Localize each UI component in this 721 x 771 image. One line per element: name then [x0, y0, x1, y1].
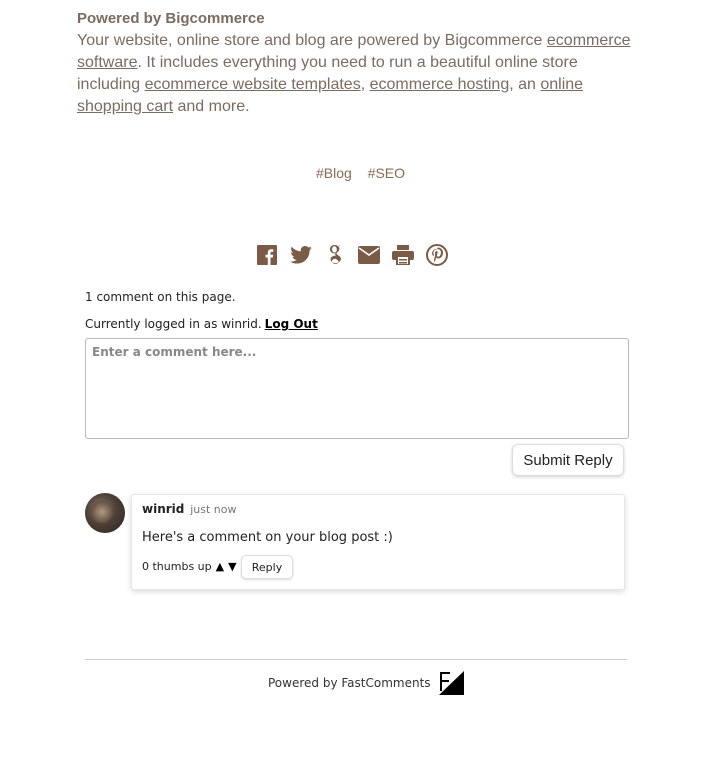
- powered-by-title: Powered by Bigcommerce: [77, 10, 265, 27]
- avatar-image: [91, 501, 113, 523]
- footer-text[interactable]: Powered by FastComments: [268, 676, 431, 690]
- tag-seo[interactable]: #SEO: [368, 165, 405, 181]
- vote-count: 0 thumbs up: [142, 560, 212, 573]
- powered-by-text: Your website, online store and blog are …: [77, 32, 630, 115]
- facebook-icon[interactable]: [255, 243, 279, 267]
- powered-by-section: Powered by Bigcommerce Your website, onl…: [77, 8, 637, 118]
- text-part: and more.: [173, 98, 250, 115]
- google-icon[interactable]: [323, 243, 347, 267]
- upvote-icon[interactable]: ▲: [216, 560, 224, 573]
- comment-card: winrid just now Here's a comment on your…: [131, 494, 625, 590]
- fastcomments-logo-icon[interactable]: [438, 671, 464, 695]
- tag-blog[interactable]: #Blog: [316, 165, 352, 181]
- comment-text: Here's a comment on your blog post :): [142, 530, 393, 545]
- comment-input[interactable]: Enter a comment here...: [85, 338, 629, 439]
- print-icon[interactable]: [391, 243, 415, 267]
- vote-area: 0 thumbs up ▲ ▼: [142, 560, 237, 573]
- ecommerce-hosting-link[interactable]: ecommerce hosting: [370, 76, 510, 93]
- comment-author[interactable]: winrid: [142, 502, 184, 516]
- pinterest-icon[interactable]: [425, 243, 449, 267]
- login-status: Currently logged in as winrid. Log Out: [85, 317, 627, 331]
- ecommerce-website-templates-link[interactable]: ecommerce website templates: [145, 76, 361, 93]
- share-bar: [255, 243, 449, 267]
- submit-reply-button[interactable]: Submit Reply: [512, 444, 624, 476]
- downvote-icon[interactable]: ▼: [228, 560, 236, 573]
- text-part: Your website, online store and blog are …: [77, 32, 547, 49]
- reply-button[interactable]: Reply: [241, 555, 293, 579]
- tag-list: #Blog #SEO: [0, 165, 721, 181]
- comment-header: winrid just now: [142, 502, 236, 516]
- comment-time: just now: [190, 503, 237, 516]
- divider: [85, 659, 627, 660]
- twitter-icon[interactable]: [289, 243, 313, 267]
- comment-count: 1 comment on this page.: [85, 290, 236, 304]
- logged-in-text: Currently logged in as winrid.: [85, 317, 262, 331]
- text-part: , an: [509, 76, 541, 93]
- avatar: [85, 493, 125, 533]
- email-icon[interactable]: [357, 243, 381, 267]
- logout-link[interactable]: Log Out: [265, 317, 318, 331]
- footer: Powered by FastComments: [268, 671, 464, 695]
- text-part: ,: [360, 76, 370, 93]
